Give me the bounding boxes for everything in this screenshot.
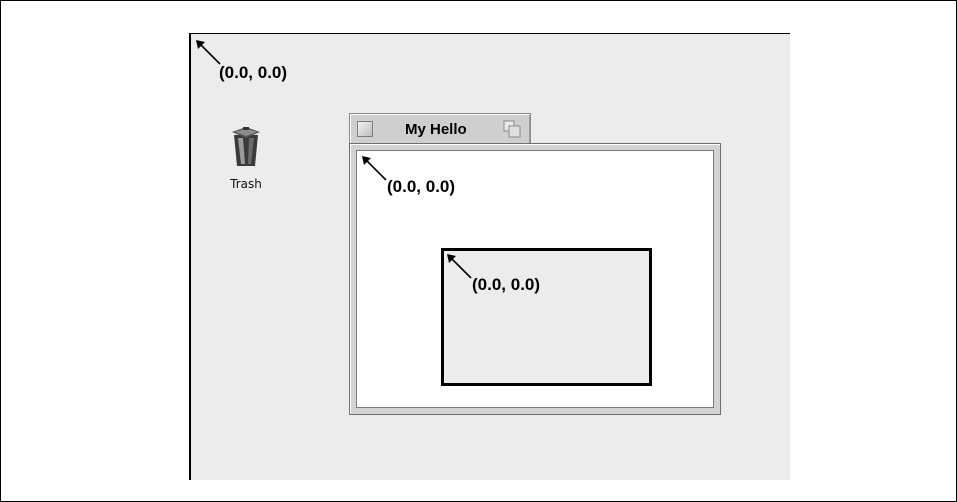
window-title: My Hello	[405, 121, 467, 138]
window-content: (0.0, 0.0) (0.0, 0.0)	[356, 150, 714, 408]
trash-can-icon	[232, 127, 260, 166]
window-origin-arrow-icon	[362, 156, 387, 181]
content-view[interactable]: (0.0, 0.0)	[441, 248, 652, 386]
view-origin-label: (0.0, 0.0)	[472, 275, 541, 294]
window-frame: (0.0, 0.0) (0.0, 0.0)	[349, 143, 721, 415]
app-window[interactable]: My Hello (0.0, 0.0) (0.0, 0.0)	[349, 113, 721, 415]
trash-icon-item[interactable]: Trash	[221, 126, 271, 206]
trash-label: Trash	[230, 177, 262, 191]
zoom-box-icon[interactable]	[503, 120, 521, 138]
view-origin-arrow-icon	[447, 254, 472, 279]
window-title-tab[interactable]: My Hello	[349, 113, 531, 144]
window-origin-label: (0.0, 0.0)	[387, 177, 456, 196]
figure-frame: (0.0, 0.0) Trash My Hello (0.0, 0.0) (0.…	[0, 0, 957, 502]
close-box-icon[interactable]	[357, 121, 373, 137]
desktop-origin-label: (0.0, 0.0)	[219, 63, 288, 82]
desktop[interactable]: (0.0, 0.0) Trash My Hello (0.0, 0.0) (0.…	[189, 33, 790, 480]
